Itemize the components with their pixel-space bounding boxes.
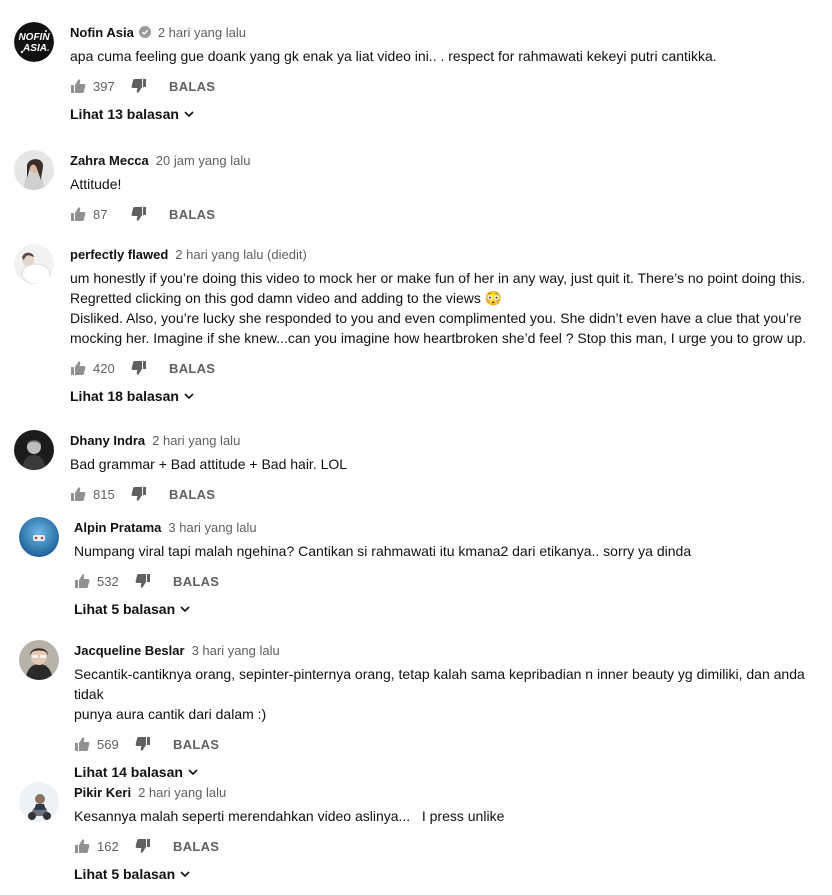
thumbs-up-icon[interactable] <box>74 736 90 752</box>
thumbs-down-icon[interactable] <box>135 573 151 589</box>
user-photo-dark-icon <box>14 430 54 470</box>
chevron-down-icon <box>184 111 194 118</box>
thumbs-up-icon[interactable] <box>70 486 86 502</box>
view-replies-label: Lihat 5 balasan <box>74 601 176 617</box>
reply-button[interactable]: BALAS <box>173 737 219 752</box>
reply-button[interactable]: BALAS <box>169 487 215 502</box>
comment-author[interactable]: Pikir Keri <box>74 785 131 800</box>
avatar[interactable] <box>14 150 54 190</box>
like-count: 420 <box>93 360 115 376</box>
comment-text: Kesannya malah seperti merendahkan video… <box>74 808 505 824</box>
reply-button[interactable]: BALAS <box>173 839 219 854</box>
view-replies-label: Lihat 18 balasan <box>70 388 179 404</box>
comment-body: perfectly flawed 2 hari yang lalu (diedi… <box>70 244 824 406</box>
user-photo-blue-icon <box>19 517 59 557</box>
comment-text-line: mocking her. Imagine if she knew...can y… <box>70 330 807 346</box>
comment-text: Numpang viral tapi malah ngehina? Cantik… <box>74 543 692 559</box>
avatar[interactable] <box>14 430 54 470</box>
comment-timestamp[interactable]: 2 hari yang lalu <box>152 433 240 448</box>
avatar[interactable]: NOFIN ASIA <box>14 22 54 62</box>
verified-check-icon <box>138 26 151 38</box>
reply-button[interactable]: BALAS <box>169 361 215 376</box>
reply-button[interactable]: BALAS <box>173 574 219 589</box>
view-replies-button[interactable]: Lihat 5 balasan <box>74 599 824 619</box>
thumbs-down-icon[interactable] <box>131 78 147 94</box>
comment-author[interactable]: Zahra Mecca <box>70 153 149 168</box>
comment-text: Bad grammar + Bad attitude + Bad hair. L… <box>70 456 348 472</box>
comment-body: Pikir Keri 2 hari yang lalu Kesannya mal… <box>74 782 824 884</box>
thumbs-up-icon[interactable] <box>74 838 90 854</box>
avatar[interactable] <box>19 640 59 680</box>
chevron-down-icon <box>180 606 190 613</box>
reply-button[interactable]: BALAS <box>169 79 215 94</box>
thumbs-down-icon[interactable] <box>131 486 147 502</box>
comment-text-line: um honestly if you’re doing this video t… <box>70 270 806 286</box>
chevron-down-icon <box>180 871 190 878</box>
comment-author[interactable]: perfectly flawed <box>70 247 168 262</box>
thumbs-down-icon[interactable] <box>135 736 151 752</box>
comment-timestamp[interactable]: 2 hari yang lalu <box>158 25 246 40</box>
nofin-asia-logo-icon: NOFIN ASIA <box>14 22 54 62</box>
view-replies-button[interactable]: Lihat 18 balasan <box>70 386 824 406</box>
thumbs-up-icon[interactable] <box>70 206 86 222</box>
view-replies-button[interactable]: Lihat 13 balasan <box>70 104 824 124</box>
user-photo-rider-icon <box>19 782 59 822</box>
comment-timestamp[interactable]: 2 hari yang lalu <box>138 785 226 800</box>
avatar[interactable] <box>19 782 59 822</box>
thumbs-up-icon[interactable] <box>70 78 86 94</box>
view-replies-label: Lihat 14 balasan <box>74 764 183 780</box>
like-count: 397 <box>93 78 115 94</box>
avatar[interactable] <box>14 244 54 284</box>
comment-text: Secantik-cantiknya orang, sepinter-pinte… <box>74 664 824 724</box>
comment-text-segment: Regretted clicking on this god damn vide… <box>70 290 481 306</box>
comment-body: Dhany Indra 2 hari yang lalu Bad grammar… <box>70 430 824 504</box>
comment-text-line: Regretted clicking on this god damn vide… <box>70 288 824 308</box>
avatar[interactable] <box>19 517 59 557</box>
like-count: 87 <box>93 206 108 222</box>
thumbs-down-icon[interactable] <box>131 360 147 376</box>
comment-timestamp[interactable]: 3 hari yang lalu <box>168 520 256 535</box>
comment-author[interactable]: Jacqueline Beslar <box>74 643 185 658</box>
like-count: 532 <box>97 573 119 589</box>
view-replies-button[interactable]: Lihat 5 balasan <box>74 864 824 884</box>
comment-body: Nofin Asia 2 hari yang lalu apa cuma fee… <box>70 22 824 124</box>
thumbs-up-icon[interactable] <box>74 573 90 589</box>
comment-text-line: punya aura cantik dari dalam :) <box>74 706 267 722</box>
user-photo-woman-icon <box>14 150 54 190</box>
like-count: 569 <box>97 736 119 752</box>
view-replies-label: Lihat 5 balasan <box>74 866 176 882</box>
logo-text-top: NOFIN <box>18 32 50 43</box>
chevron-down-icon <box>184 393 194 400</box>
like-count: 162 <box>97 838 119 854</box>
thumbs-down-icon[interactable] <box>135 838 151 854</box>
comment-text: um honestly if you’re doing this video t… <box>70 268 824 348</box>
comment-body: Alpin Pratama 3 hari yang lalu Numpang v… <box>74 517 824 619</box>
comment-text-line: Secantik-cantiknya orang, sepinter-pinte… <box>74 666 805 702</box>
comments-section: NOFIN ASIA Nofin Asia 2 hari yang lalu a… <box>0 0 832 895</box>
comment-author[interactable]: Alpin Pratama <box>74 520 161 535</box>
comment-author[interactable]: Nofin Asia <box>70 25 134 40</box>
comment-body: Jacqueline Beslar 3 hari yang lalu Secan… <box>74 640 824 782</box>
reply-button[interactable]: BALAS <box>169 207 215 222</box>
comment-text: apa cuma feeling gue doank yang gk enak … <box>70 48 717 64</box>
user-photo-white-icon <box>14 244 54 284</box>
comment-author[interactable]: Dhany Indra <box>70 433 145 448</box>
like-count: 815 <box>93 486 115 502</box>
thumbs-up-icon[interactable] <box>70 360 86 376</box>
view-replies-button[interactable]: Lihat 14 balasan <box>74 762 824 782</box>
flushed-face-emoji: 😳 <box>484 290 503 306</box>
user-photo-sunglasses-icon <box>19 640 59 680</box>
logo-text-bottom: ASIA <box>22 43 47 54</box>
comment-body: Zahra Mecca 20 jam yang lalu Attitude! 8… <box>70 150 824 224</box>
comment-text-line: Disliked. Also, you’re lucky she respond… <box>70 310 802 326</box>
comment-timestamp[interactable]: 3 hari yang lalu <box>192 643 280 658</box>
comment-text: Attitude! <box>70 176 122 192</box>
comment-timestamp[interactable]: 20 jam yang lalu <box>156 153 251 168</box>
comment-timestamp[interactable]: 2 hari yang lalu (diedit) <box>175 247 307 262</box>
thumbs-down-icon[interactable] <box>131 206 147 222</box>
view-replies-label: Lihat 13 balasan <box>70 106 179 122</box>
chevron-down-icon <box>188 769 198 776</box>
